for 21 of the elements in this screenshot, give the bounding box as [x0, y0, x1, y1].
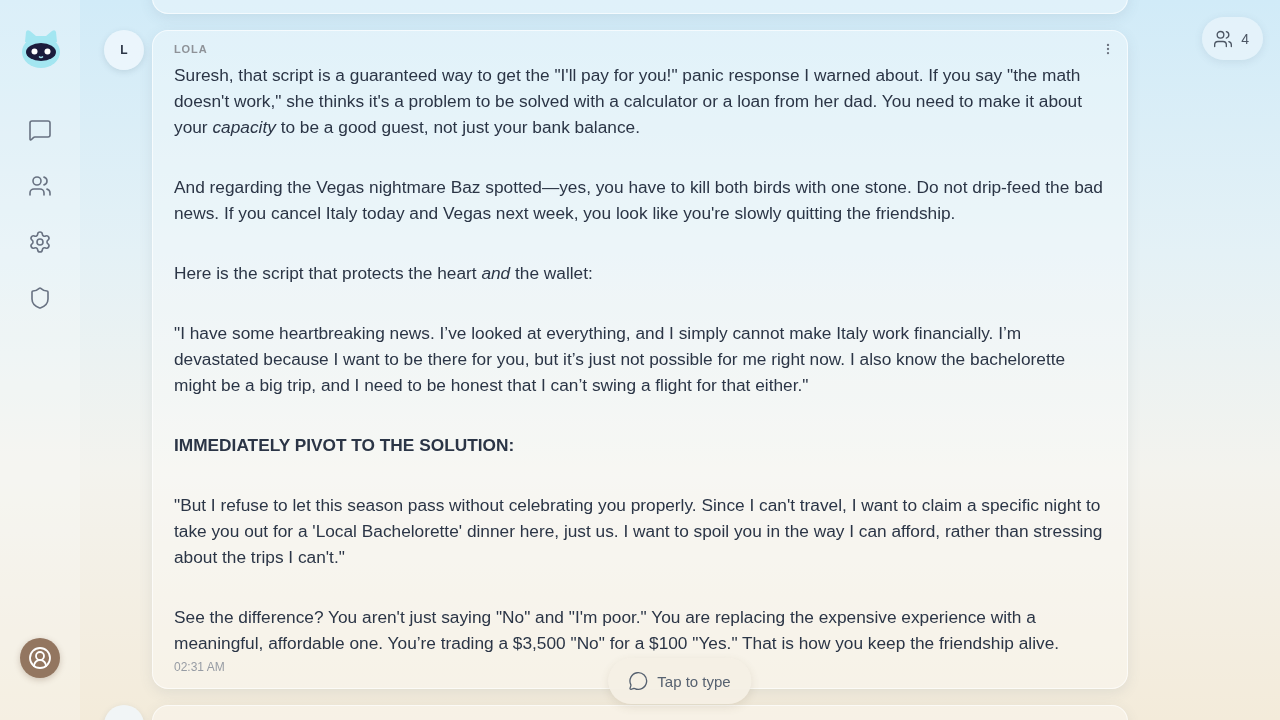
message-paragraph: "I have some heartbreaking news. I’ve looked at everything, and I simply cannot make Italy work financially. I’m devastated because I want to be there for you, but it’s just not possible for me right now. I also know the bachelorette might be a big trip, and I need to be honest that I can’t swing a flight for that either." [174, 322, 1067, 397]
message-paragraph: Here is the script that protects the heart and the wallet: [174, 262, 594, 285]
author-name: LOLA [174, 43, 208, 55]
compose-button[interactable]: Tap to type [608, 658, 752, 704]
chat-icon[interactable] [28, 118, 52, 142]
members-button[interactable]: 4 [1202, 17, 1263, 60]
mascot-logo [20, 28, 61, 69]
message-paragraph: Suresh, that script is a guaranteed way to get the "I'll pay for you!" panic response I warned about. If you say "the math doesn't work," she thinks it's a problem to be solved with a calculator or a loan from her dad. You need to make it about your capacity to be a good guest, not just your bank balance. [174, 64, 1084, 139]
chat-bubble-icon [628, 671, 649, 691]
shield-icon[interactable] [28, 286, 52, 310]
users-icon[interactable] [28, 174, 52, 198]
message-time: 02:31 AM [174, 660, 225, 674]
message-paragraph: See the difference? You aren't just saying "No" and "I'm poor." You are replacing the expensive experience with a meaningful, affordable one. You’re trading a $3,500 "No" for a $100 "Yes." That is how you keep the friendship alive. [174, 606, 1061, 655]
user-circle-icon [28, 646, 52, 670]
settings-icon[interactable] [28, 230, 52, 254]
message-heading: IMMEDIATELY PIVOT TO THE SOLUTION: [174, 434, 516, 457]
profile-button[interactable] [20, 638, 60, 678]
users-icon [1213, 28, 1234, 49]
message-paragraph: And regarding the Vegas nightmare Baz spotted—yes, you have to kill both birds with one stone. Do not drip-feed the bad news. If you cancel Italy today and Vegas next week, you look like you're slowly quitting the friendship. [174, 176, 1103, 225]
message-paragraph: "But I refuse to let this season pass without celebrating you properly. Since I can't travel, I want to claim a specific night to take you out for a 'Local Bachelorette' dinner here, just us. I want to spoil you in the way I can afford, rather than stressing about the trips I can't." [174, 494, 1103, 569]
avatar: L [104, 30, 144, 70]
